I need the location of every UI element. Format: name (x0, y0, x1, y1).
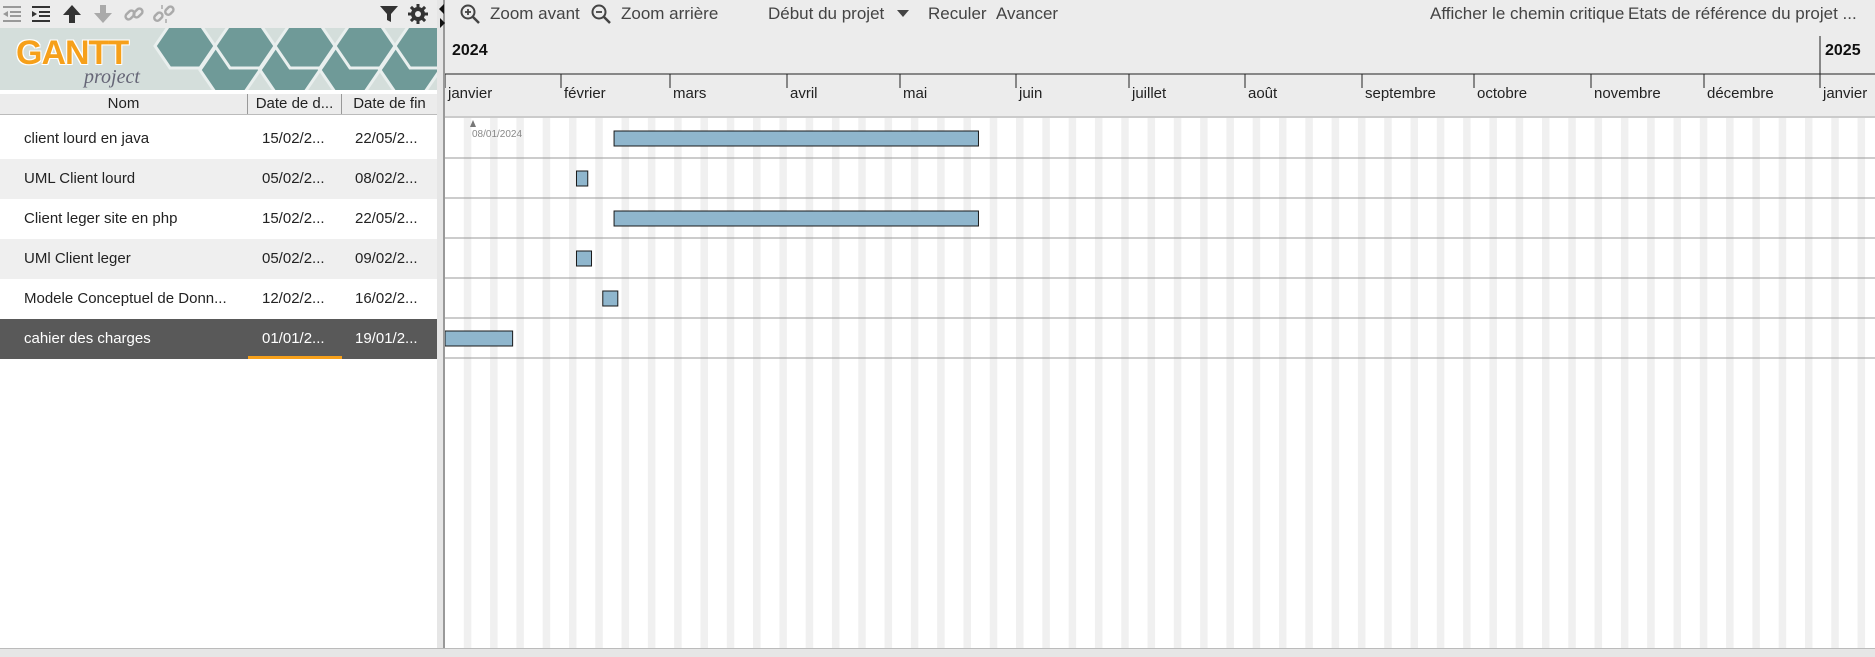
task-table-header: Nom Date de d... Date de fin (0, 94, 437, 115)
table-row[interactable]: client lourd en java 15/02/2... 22/05/2.… (0, 119, 437, 159)
critical-path-button[interactable]: Afficher le chemin critique (1430, 0, 1624, 28)
unlink-icon[interactable] (152, 2, 176, 26)
table-row[interactable]: UMl Client leger 05/02/2... 09/02/2... (0, 239, 437, 279)
task-name: cahier des charges (24, 330, 151, 347)
task-start: 15/02/2... (262, 130, 325, 147)
column-header-start[interactable]: Date de d... (248, 94, 342, 114)
forward-button[interactable]: Avancer (996, 0, 1058, 28)
task-bar[interactable] (613, 130, 979, 147)
month-label: août (1248, 85, 1278, 102)
task-end: 19/01/2... (355, 330, 418, 347)
indent-icon[interactable] (29, 2, 53, 26)
task-end: 22/05/2... (355, 130, 418, 147)
task-name: Modele Conceptuel de Donn... (24, 290, 227, 307)
month-label: décembre (1707, 85, 1774, 102)
table-row[interactable]: Modele Conceptuel de Donn... 12/02/2... … (0, 279, 437, 319)
table-row[interactable]: Client leger site en php 15/02/2... 22/0… (0, 199, 437, 239)
month-label: novembre (1594, 85, 1661, 102)
table-row-selected[interactable]: cahier des charges 01/01/2... 19/01/2... (0, 319, 437, 359)
task-bar[interactable] (445, 330, 514, 347)
task-end: 22/05/2... (355, 210, 418, 227)
task-end: 09/02/2... (355, 250, 418, 267)
task-name: Client leger site en php (24, 210, 178, 227)
timeline-header: 2024 2025 janvier février mars avril mai juin… (445, 28, 1875, 118)
gear-icon[interactable] (406, 2, 430, 26)
zoom-in-button[interactable]: Zoom avant (490, 0, 580, 28)
zoom-out-button[interactable]: Zoom arrière (621, 0, 718, 28)
gantt-chart-area[interactable]: 08/01/2024 (445, 118, 1875, 648)
month-label: mars (673, 85, 706, 102)
task-bar[interactable] (575, 170, 589, 187)
panel-splitter[interactable] (437, 0, 445, 656)
table-row[interactable]: UML Client lourd 05/02/2... 08/02/2... (0, 159, 437, 199)
move-up-icon[interactable] (60, 2, 84, 26)
year-label: 2024 (452, 42, 488, 59)
task-start: 12/02/2... (262, 290, 325, 307)
task-bar[interactable] (575, 250, 593, 267)
cell-focus-indicator (248, 356, 342, 359)
task-start: 15/02/2... (262, 210, 325, 227)
task-name: UMl Client leger (24, 250, 131, 267)
month-label: janvier (1822, 85, 1867, 102)
today-marker-label: 08/01/2024 (472, 129, 522, 140)
task-start: 01/01/2... (262, 330, 325, 347)
chart-toolbar: Zoom avant Zoom arrière Début du projet … (445, 0, 1875, 28)
chevron-down-icon[interactable] (897, 10, 909, 18)
month-label: septembre (1365, 85, 1436, 102)
task-start: 05/02/2... (262, 250, 325, 267)
baselines-button[interactable]: Etats de référence du projet ... (1628, 0, 1857, 28)
task-bar[interactable] (602, 290, 619, 307)
move-down-icon[interactable] (91, 2, 115, 26)
outdent-icon[interactable] (0, 2, 24, 26)
ganttproject-logo: GANTT project (0, 28, 437, 90)
month-label: octobre (1477, 85, 1527, 102)
task-bar[interactable] (613, 210, 979, 227)
zoom-out-icon[interactable] (590, 3, 612, 25)
column-header-name[interactable]: Nom (0, 94, 248, 114)
logo-subtext: project (84, 66, 140, 88)
task-name: UML Client lourd (24, 170, 136, 187)
column-header-end[interactable]: Date de fin (342, 94, 437, 114)
month-label: avril (790, 85, 818, 102)
month-label: mai (903, 85, 927, 102)
month-label: janvier (447, 85, 492, 102)
month-label: février (564, 85, 606, 102)
year-label: 2025 (1825, 42, 1861, 59)
month-label: juin (1018, 85, 1042, 102)
task-toolbar (0, 0, 437, 28)
month-label: juillet (1131, 85, 1167, 102)
task-panel: GANTT project Nom Date de d... Date de f… (0, 0, 437, 656)
project-start-button[interactable]: Début du projet (768, 0, 884, 28)
task-end: 16/02/2... (355, 290, 418, 307)
link-icon[interactable] (122, 2, 146, 26)
task-name: client lourd en java (24, 130, 150, 147)
zoom-in-icon[interactable] (459, 3, 481, 25)
filter-icon[interactable] (377, 2, 401, 26)
task-start: 05/02/2... (262, 170, 325, 187)
task-end: 08/02/2... (355, 170, 418, 187)
back-button[interactable]: Reculer (928, 0, 987, 28)
